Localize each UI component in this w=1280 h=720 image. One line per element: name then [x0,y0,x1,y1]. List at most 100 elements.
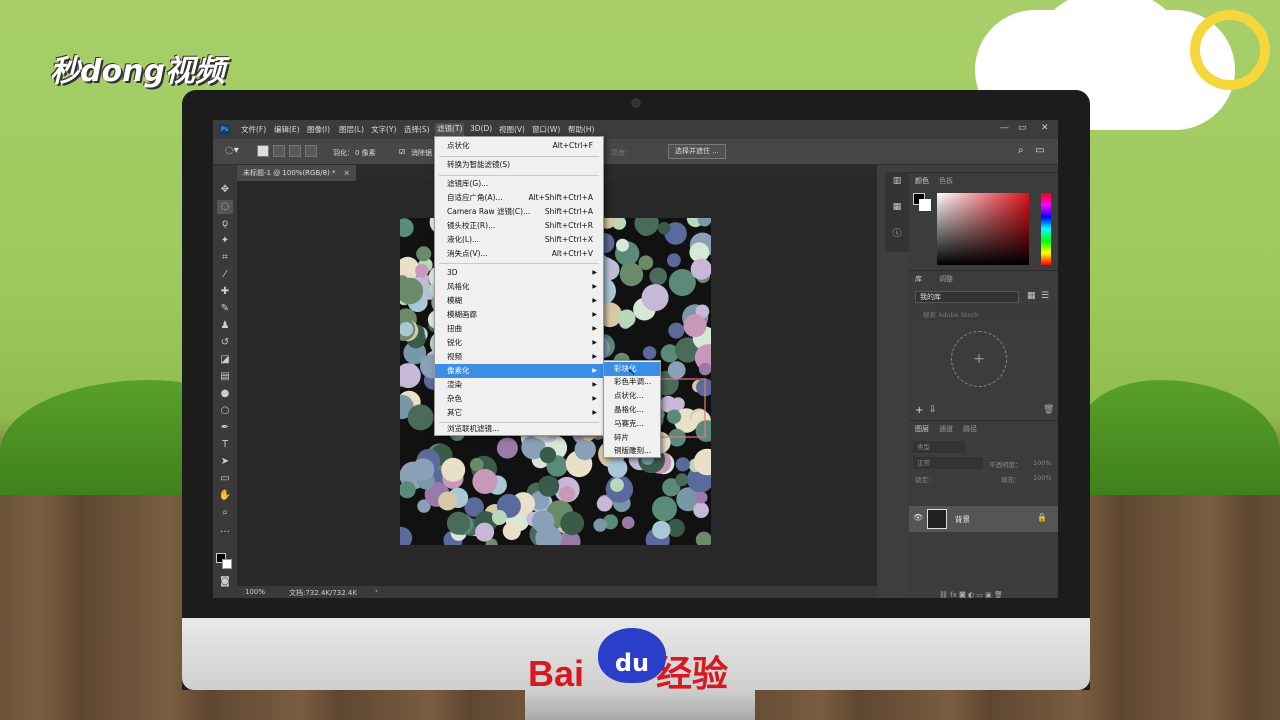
clone-stamp-tool-icon[interactable]: ♟ [217,319,233,333]
filter-distort-item[interactable]: 扭曲 ▶ [435,322,603,336]
menu-help[interactable]: 帮助(H) [568,124,595,135]
healing-brush-tool-icon[interactable]: ✚ [217,285,233,299]
magic-wand-tool-icon[interactable]: ✦ [217,234,233,248]
menu-select[interactable]: 选择(S) [404,124,430,135]
add-content-icon[interactable]: + [915,405,923,416]
tab-channels[interactable]: 通道 [939,424,953,434]
minimize-button[interactable]: — [1000,123,1009,133]
layer-name[interactable]: 背景 [955,514,970,525]
upload-icon[interactable]: ⇩ [929,405,937,415]
gradient-tool-icon[interactable]: ▤ [217,370,233,384]
library-trash-icon[interactable]: 🗑 [1043,405,1054,415]
pixelate-mezzotint-item[interactable]: 铜版雕刻... [604,444,660,458]
layer-visibility-eye-icon[interactable]: 👁 [913,513,923,522]
filter-adaptive-wide-item[interactable]: 自适应广角(A)... Alt+Shift+Ctrl+A [435,191,603,205]
close-window-button[interactable]: ✕ [1041,123,1049,133]
status-arrow-icon[interactable]: › [375,587,378,595]
crop-tool-icon[interactable]: ⌗ [217,251,233,265]
intersect-selection-button[interactable] [305,145,317,157]
quick-mask-icon[interactable]: ◙ [217,575,233,589]
menu-window[interactable]: 窗口(W) [532,124,560,135]
pen-tool-icon[interactable]: ✒ [217,421,233,435]
filter-pixelate-item[interactable]: 像素化 ▶ [435,364,603,378]
filter-blur-gallery-item[interactable]: 模糊画廊 ▶ [435,308,603,322]
filter-vanishing-point-item[interactable]: 消失点(V)... Alt+Ctrl+V [435,247,603,261]
opacity-value[interactable]: 100% [1033,459,1052,467]
filter-render-item[interactable]: 渲染 ▶ [435,378,603,392]
menu-file[interactable]: 文件(F) [241,124,266,135]
filter-lens-correction-item[interactable]: 镜头校正(R)... Shift+Ctrl+R [435,219,603,233]
history-panel-icon[interactable]: ▥ [890,176,904,190]
tab-layers[interactable]: 图层 [915,424,929,434]
filter-sharpen-item[interactable]: 锐化 ▶ [435,336,603,350]
type-tool-icon[interactable]: T [217,438,233,452]
background-color-swatch[interactable] [222,559,232,569]
eyedropper-tool-icon[interactable]: ⁄ [217,268,233,282]
tab-adjustments[interactable]: 调整 [939,274,953,284]
menu-image[interactable]: 图像(I) [307,124,330,135]
filter-video-item[interactable]: 视频 ▶ [435,350,603,364]
list-view-icon[interactable]: ☰ [1041,291,1049,301]
library-search-input[interactable]: 搜索 Adobe Stock [913,309,1055,321]
dodge-tool-icon[interactable]: ○ [217,404,233,418]
layer-footer-icons[interactable]: ⛓ fx ◙ ◐ ▭ ▣ 🗑 [939,591,1003,598]
new-selection-button[interactable] [257,145,269,157]
filter-last-used-item[interactable]: 点状化 Alt+Ctrl+F [435,139,603,153]
menu-layer[interactable]: 图层(L) [339,124,364,135]
zoom-level[interactable]: 100% [245,588,265,596]
filter-liquify-item[interactable]: 液化(L)... Shift+Ctrl+X [435,233,603,247]
menu-filter[interactable]: 滤镜(T) [435,123,465,136]
color-bg-swatch[interactable] [919,199,931,211]
properties-panel-icon[interactable]: ▦ [890,202,904,216]
filter-other-item[interactable]: 其它 ▶ [435,406,603,420]
filter-convert-smart-item[interactable]: 转换为智能滤镜(S) [435,158,603,172]
filter-gallery-item[interactable]: 滤镜库(G)... [435,177,603,191]
path-selection-tool-icon[interactable]: ➤ [217,455,233,469]
fill-value[interactable]: 100% [1033,474,1052,482]
document-tab[interactable]: 未标题-1 @ 100%(RGB/8) * × [237,165,356,181]
grid-view-icon[interactable]: ▦ [1027,291,1036,301]
filter-camera-raw-item[interactable]: Camera Raw 滤镜(C)... Shift+Ctrl+A [435,205,603,219]
filter-blur-item[interactable]: 模糊 ▶ [435,294,603,308]
marquee-tool-preset-icon[interactable]: ◌▾ [225,145,239,156]
antialias-checkbox[interactable]: ☑ [399,148,405,156]
zoom-tool-icon[interactable]: ⌕ [217,506,233,520]
library-select[interactable]: 我的库 [915,291,1019,303]
search-icon[interactable]: ⌕ [1018,145,1024,156]
blur-tool-icon[interactable]: ● [217,387,233,401]
subtract-selection-button[interactable] [289,145,301,157]
tab-swatches[interactable]: 色板 [939,176,953,186]
add-selection-button[interactable] [273,145,285,157]
brush-tool-icon[interactable]: ✎ [217,302,233,316]
filter-noise-item[interactable]: 杂色 ▶ [435,392,603,406]
layer-row-background[interactable]: 👁 背景 🔒 [909,506,1058,532]
pixelate-pointillize-item[interactable]: 点状化... [604,389,660,403]
feather-input[interactable]: 0 像素 [355,148,376,158]
hand-tool-icon[interactable]: ✋ [217,489,233,503]
menu-edit[interactable]: 编辑(E) [274,124,300,135]
workspace-icon[interactable]: ▭ [1035,145,1044,156]
maximize-button[interactable]: ▭ [1018,123,1027,133]
rectangle-tool-icon[interactable]: ▭ [217,472,233,486]
tab-paths[interactable]: 路径 [963,424,977,434]
document-tab-close-icon[interactable]: × [344,169,350,177]
tab-color[interactable]: 颜色 [915,176,929,186]
info-panel-icon[interactable]: ⓘ [890,226,904,240]
filter-browse-online-item[interactable]: 浏览联机滤镜... [435,422,603,436]
color-picker-field[interactable] [937,193,1029,265]
marquee-tool-icon[interactable]: ◌ [217,200,233,214]
layer-kind-filter[interactable]: 类型 [913,441,965,453]
history-brush-tool-icon[interactable]: ↺ [217,336,233,350]
pixelate-mosaic-item[interactable]: 马赛克... [604,417,660,431]
lasso-tool-icon[interactable]: ϙ [217,217,233,231]
blend-mode-select[interactable]: 正常 [913,457,983,469]
filter-3d-item[interactable]: 3D ▶ [435,266,603,280]
more-tools-icon[interactable]: … [217,523,233,537]
menu-type[interactable]: 文字(Y) [371,124,396,135]
eraser-tool-icon[interactable]: ◪ [217,353,233,367]
hue-slider[interactable] [1041,193,1051,265]
library-add-circle[interactable]: + [951,331,1007,387]
select-and-mask-button[interactable]: 选择并遮住 ... [668,144,726,159]
filter-stylize-item[interactable]: 风格化 ▶ [435,280,603,294]
tab-library[interactable]: 库 [915,274,922,284]
